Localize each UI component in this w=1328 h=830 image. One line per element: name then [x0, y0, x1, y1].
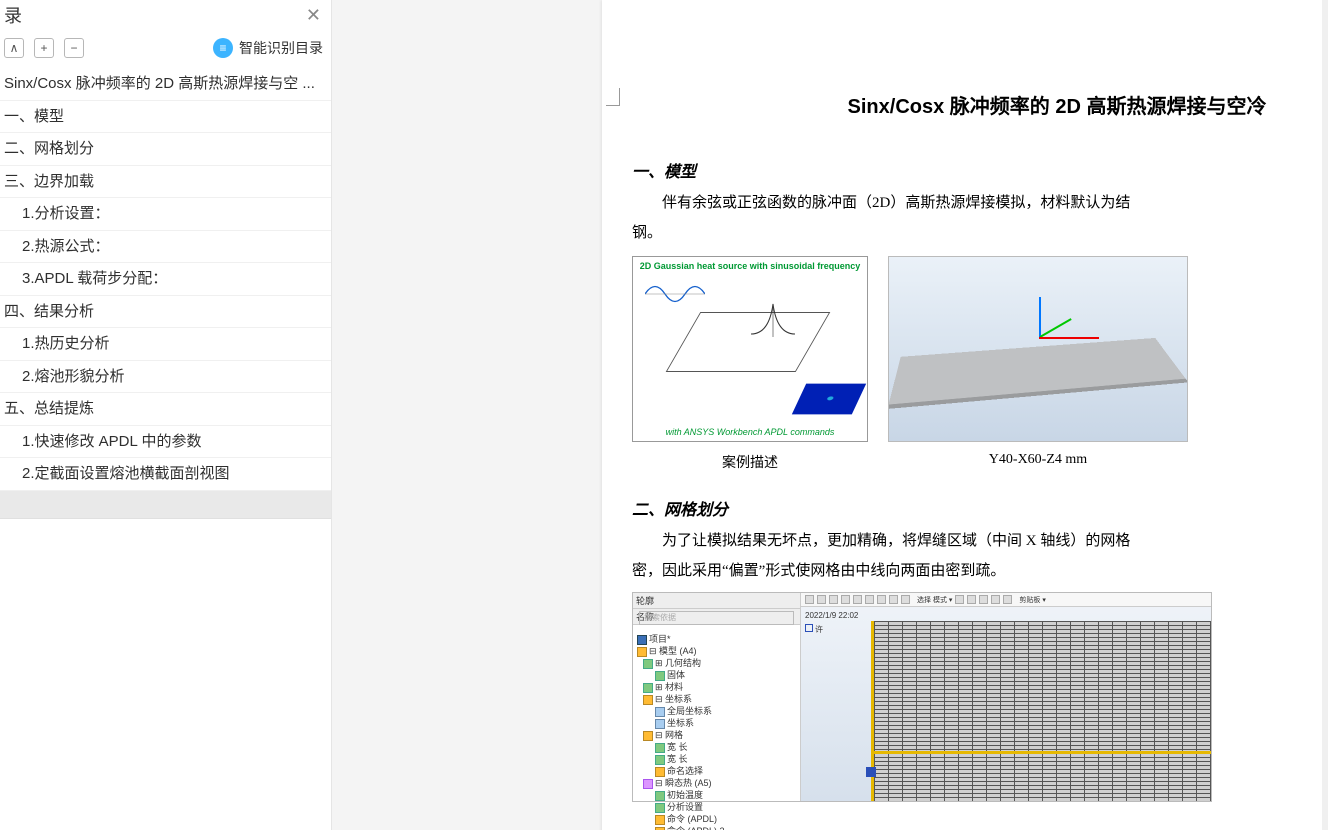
add-level-button[interactable]: +	[34, 38, 54, 58]
mesh-view: 选择 模式 ▾ 剪贴板 ▾ 2022/1/9 22:02 许	[801, 593, 1211, 801]
outline-title: 录	[4, 2, 22, 28]
outline-item[interactable]: 3.APDL 载荷步分配：	[0, 263, 331, 296]
document-viewer[interactable]: Sinx/Cosx 脉冲频率的 2D 高斯热源焊接与空冷 2022. 一、模型 …	[332, 0, 1328, 830]
mesh-tab-outline[interactable]: 轮廓	[636, 594, 654, 607]
smart-toc-button[interactable]: ≡ 智能识别目录	[213, 38, 323, 58]
mesh-screenshot: 轮廓 名称 搜索依据 项目*⊟ 模型 (A4)⊞ 几何结构固体⊞ 材料⊟ 坐标系…	[632, 592, 1212, 802]
mesh-handle-icon	[866, 767, 876, 777]
section-2-line-2: 密，因此采用“偏置”形式使网格由中线向两面由密到疏。	[632, 563, 1005, 579]
toolbar-icon[interactable]	[841, 595, 850, 604]
outline-item-blank[interactable]	[0, 491, 331, 519]
outline-item[interactable]: 三、边界加载	[0, 166, 331, 199]
figure-1: 2D Gaussian heat source with sinusoidal …	[632, 256, 868, 472]
toolbar-icon[interactable]	[829, 595, 838, 604]
mesh-view-toolbar[interactable]: 选择 模式 ▾ 剪贴板 ▾	[801, 593, 1211, 607]
toolbar-icon[interactable]	[979, 595, 988, 604]
outline-item[interactable]: 1.分析设置：	[0, 198, 331, 231]
section-2-heading: 二、网格划分	[632, 496, 1328, 520]
outline-icon-group: ∧ + −	[4, 38, 84, 58]
figure-row-1: 2D Gaussian heat source with sinusoidal …	[632, 256, 1328, 472]
outline-item[interactable]: 2.定截面设置熔池横截面剖视图	[0, 458, 331, 491]
toolbar-icon[interactable]	[901, 595, 910, 604]
figure-1-plate	[666, 312, 831, 372]
figure-2-image	[888, 256, 1188, 442]
section-2-line-1: 为了让模拟结果无坏点，更加精确，将焊缝区域（中间 X 轴线）的网格	[632, 526, 1328, 556]
outline-item[interactable]: 1.快速修改 APDL 中的参数	[0, 426, 331, 459]
section-1-body: 伴有余弦或正弦函数的脉冲面（2D）高斯热源焊接模拟，材料默认为结 钢。	[632, 188, 1328, 248]
figure-1-caption: 案例描述	[722, 452, 778, 472]
mesh-tree-list[interactable]: 项目*⊟ 模型 (A4)⊞ 几何结构固体⊞ 材料⊟ 坐标系全局坐标系坐标系⊟ 网…	[637, 633, 796, 830]
section-1-heading: 一、模型	[632, 158, 1328, 182]
outline-toolbar: ∧ + − ≡ 智能识别目录	[0, 34, 331, 68]
outline-item[interactable]: 四、结果分析	[0, 296, 331, 329]
mesh-grid	[871, 621, 1211, 801]
outline-item[interactable]: 1.热历史分析	[0, 328, 331, 361]
outline-panel: 录 ✕ ∧ + − ≡ 智能识别目录 Sinx/Cosx 脉冲频率的 2D 高斯…	[0, 0, 332, 830]
toolbar-icon[interactable]	[889, 595, 898, 604]
document-page: Sinx/Cosx 脉冲频率的 2D 高斯热源焊接与空冷 2022. 一、模型 …	[602, 0, 1328, 830]
toolbar-icon[interactable]	[955, 595, 964, 604]
mesh-tree-tabs: 轮廓	[633, 593, 800, 609]
mesh-search-input[interactable]: 搜索依据	[639, 611, 794, 625]
sine-wave-icon	[645, 283, 705, 305]
document-title: Sinx/Cosx 脉冲频率的 2D 高斯热源焊接与空冷	[632, 90, 1328, 119]
figure-1-inset	[792, 384, 866, 415]
outline-item[interactable]: 2.熔池形貌分析	[0, 361, 331, 394]
mesh-timestamp: 2022/1/9 22:02	[805, 611, 858, 620]
outline-item[interactable]: 2.热源公式：	[0, 231, 331, 264]
outline-item[interactable]: 二、网格划分	[0, 133, 331, 166]
collapse-up-button[interactable]: ∧	[4, 38, 24, 58]
gaussian-peak-icon	[751, 299, 801, 339]
document-date: 2022.	[632, 137, 1328, 154]
outline-header: 录 ✕	[0, 0, 331, 34]
smart-toc-icon: ≡	[213, 38, 233, 58]
toolbar-icon[interactable]	[967, 595, 976, 604]
mesh-legend-label: 许	[815, 625, 823, 634]
page-corner-mark	[606, 88, 620, 106]
figure-2: Y40-X60-Z4 mm	[888, 256, 1188, 468]
figure-1-image: 2D Gaussian heat source with sinusoidal …	[632, 256, 868, 442]
toolbar-icon[interactable]	[817, 595, 826, 604]
figure-2-plate	[888, 338, 1188, 409]
scrollbar[interactable]	[1322, 0, 1328, 830]
toolbar-icon[interactable]	[853, 595, 862, 604]
mesh-tree-panel: 轮廓 名称 搜索依据 项目*⊟ 模型 (A4)⊞ 几何结构固体⊞ 材料⊟ 坐标系…	[633, 593, 801, 801]
toolbar-icon[interactable]	[865, 595, 874, 604]
outline-item[interactable]: 五、总结提炼	[0, 393, 331, 426]
figure-2-caption: Y40-X60-Z4 mm	[989, 452, 1087, 468]
remove-level-button[interactable]: −	[64, 38, 84, 58]
toolbar-icon[interactable]	[991, 595, 1000, 604]
outline-item[interactable]: Sinx/Cosx 脉冲频率的 2D 高斯热源焊接与空 ...	[0, 68, 331, 101]
smart-toc-label: 智能识别目录	[239, 38, 323, 58]
section-1-line-1: 伴有余弦或正弦函数的脉冲面（2D）高斯热源焊接模拟，材料默认为结	[632, 188, 1328, 218]
mesh-legend: 2022/1/9 22:02 许	[805, 611, 858, 635]
figure-1-top-text: 2D Gaussian heat source with sinusoidal …	[633, 261, 867, 271]
section-1-line-2: 钢。	[632, 225, 662, 241]
toolbar-icon[interactable]	[877, 595, 886, 604]
section-2-body: 为了让模拟结果无坏点，更加精确，将焊缝区域（中间 X 轴线）的网格 密，因此采用…	[632, 526, 1328, 586]
figure-1-bottom-text: with ANSYS Workbench APDL commands	[633, 427, 867, 437]
close-icon[interactable]: ✕	[306, 6, 321, 24]
toolbar-icon[interactable]	[1003, 595, 1012, 604]
outline-item[interactable]: 一、模型	[0, 101, 331, 134]
outline-list: Sinx/Cosx 脉冲频率的 2D 高斯热源焊接与空 ...一、模型二、网格划…	[0, 68, 331, 830]
toolbar-icon[interactable]	[805, 595, 814, 604]
